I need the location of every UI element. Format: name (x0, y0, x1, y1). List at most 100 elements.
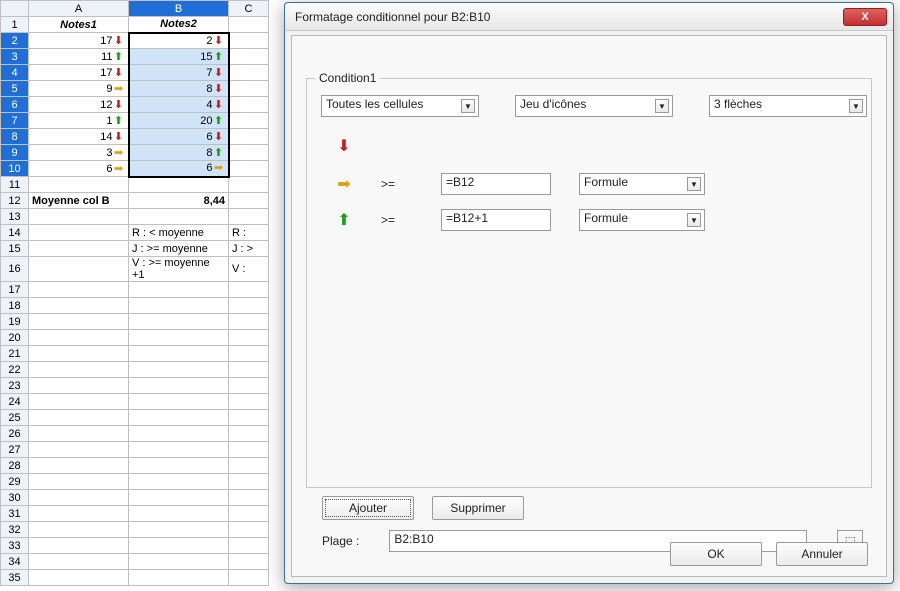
row-header[interactable]: 31 (1, 506, 29, 522)
cell[interactable] (29, 490, 129, 506)
cell[interactable] (229, 209, 269, 225)
cell[interactable]: 9 (29, 81, 129, 97)
cell[interactable] (129, 426, 229, 442)
cell[interactable] (229, 506, 269, 522)
cell[interactable] (129, 490, 229, 506)
cell[interactable] (29, 506, 129, 522)
cell[interactable] (129, 298, 229, 314)
row-header[interactable]: 5 (1, 81, 29, 97)
row-header[interactable]: 27 (1, 442, 29, 458)
cell[interactable] (229, 193, 269, 209)
delete-button[interactable]: Supprimer (432, 496, 524, 520)
row-header[interactable]: 8 (1, 129, 29, 145)
row-header[interactable]: 29 (1, 474, 29, 490)
cell[interactable] (129, 554, 229, 570)
cell[interactable] (129, 314, 229, 330)
row-header[interactable]: 7 (1, 113, 29, 129)
cell[interactable] (229, 17, 269, 33)
row-header[interactable]: 10 (1, 161, 29, 177)
rule-value-input[interactable]: =B12+1 (441, 209, 551, 231)
cell[interactable]: R : < moyenne (129, 225, 229, 241)
cell[interactable] (29, 177, 129, 193)
cell[interactable] (229, 81, 269, 97)
corner-cell[interactable] (1, 1, 29, 17)
cell[interactable] (229, 394, 269, 410)
cell[interactable] (129, 177, 229, 193)
cell[interactable] (29, 570, 129, 586)
row-header[interactable]: 25 (1, 410, 29, 426)
cell[interactable]: R : (229, 225, 269, 241)
cell[interactable] (29, 257, 129, 282)
row-header[interactable]: 32 (1, 522, 29, 538)
cell[interactable]: J : > (229, 241, 269, 257)
cell[interactable] (29, 314, 129, 330)
cell[interactable] (129, 506, 229, 522)
row-header[interactable]: 3 (1, 49, 29, 65)
cell[interactable]: 12 (29, 97, 129, 113)
cell[interactable] (229, 474, 269, 490)
cell[interactable] (29, 346, 129, 362)
cell[interactable] (229, 346, 269, 362)
cell[interactable] (29, 554, 129, 570)
cell[interactable] (229, 65, 269, 81)
cell[interactable]: 4 (129, 97, 229, 113)
cell[interactable] (229, 49, 269, 65)
row-header[interactable]: 6 (1, 97, 29, 113)
row-header[interactable]: 35 (1, 570, 29, 586)
row-header[interactable]: 1 (1, 17, 29, 33)
cell[interactable] (229, 410, 269, 426)
cell[interactable]: V : >= moyenne +1 (129, 257, 229, 282)
cell[interactable] (229, 33, 269, 49)
cell[interactable]: 2 (129, 33, 229, 49)
row-header[interactable]: 19 (1, 314, 29, 330)
cell[interactable] (129, 410, 229, 426)
cell[interactable] (29, 225, 129, 241)
cell[interactable]: 17 (29, 65, 129, 81)
cell[interactable]: 8,44 (129, 193, 229, 209)
cell[interactable] (129, 330, 229, 346)
row-header[interactable]: 11 (1, 177, 29, 193)
cell[interactable] (229, 97, 269, 113)
row-header[interactable]: 28 (1, 458, 29, 474)
row-header[interactable]: 4 (1, 65, 29, 81)
cell[interactable]: 8 (129, 145, 229, 161)
row-header[interactable]: 17 (1, 282, 29, 298)
cell[interactable] (29, 522, 129, 538)
rule-mode-select[interactable]: Formule ▼ (579, 209, 705, 231)
cell[interactable] (29, 330, 129, 346)
cell[interactable] (229, 298, 269, 314)
row-header[interactable]: 15 (1, 241, 29, 257)
cell[interactable] (229, 538, 269, 554)
close-button[interactable]: X (843, 8, 887, 26)
row-header[interactable]: 12 (1, 193, 29, 209)
cell[interactable] (129, 538, 229, 554)
cell[interactable] (29, 442, 129, 458)
cell[interactable] (229, 129, 269, 145)
row-header[interactable]: 22 (1, 362, 29, 378)
cell[interactable] (229, 378, 269, 394)
cell[interactable] (129, 474, 229, 490)
cell[interactable] (29, 538, 129, 554)
cell[interactable]: 6 (129, 161, 229, 177)
row-header[interactable]: 20 (1, 330, 29, 346)
row-header[interactable]: 18 (1, 298, 29, 314)
row-header[interactable]: 13 (1, 209, 29, 225)
row-header[interactable]: 9 (1, 145, 29, 161)
cell[interactable] (229, 330, 269, 346)
scope-select[interactable]: Toutes les cellules ▼ (321, 95, 479, 117)
cell[interactable]: 14 (29, 129, 129, 145)
cell[interactable] (129, 346, 229, 362)
cell[interactable]: 7 (129, 65, 229, 81)
cell[interactable] (29, 458, 129, 474)
row-header[interactable]: 33 (1, 538, 29, 554)
row-header[interactable]: 2 (1, 33, 29, 49)
cell[interactable]: J : >= moyenne (129, 241, 229, 257)
cell[interactable] (229, 362, 269, 378)
cell[interactable] (129, 522, 229, 538)
cell[interactable] (129, 458, 229, 474)
cell[interactable]: Notes1 (29, 17, 129, 33)
cell[interactable] (129, 394, 229, 410)
col-header-C[interactable]: C (229, 1, 269, 17)
cell[interactable] (229, 458, 269, 474)
cell[interactable]: 6 (29, 161, 129, 177)
